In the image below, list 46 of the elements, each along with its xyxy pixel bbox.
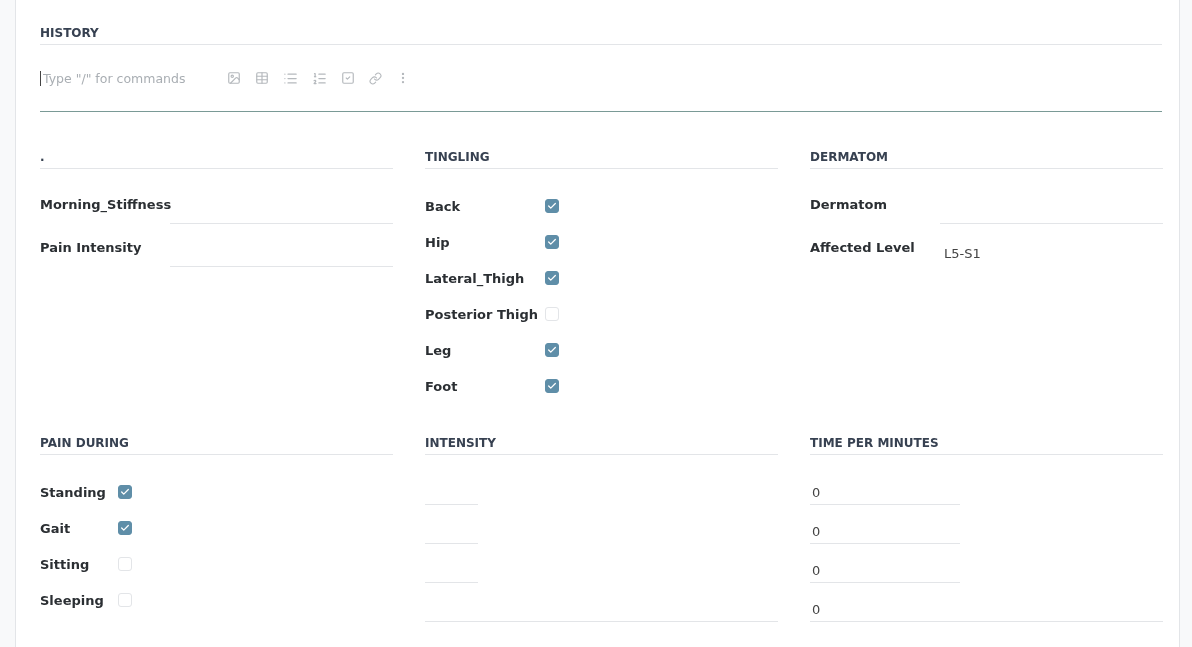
check-icon <box>547 236 557 247</box>
check-icon <box>120 486 130 497</box>
section-title: TIME PER MINUTES <box>810 436 1163 455</box>
field-value[interactable]: L5-S1 <box>940 242 1163 267</box>
check-icon <box>547 380 557 391</box>
field-label: Dermatom <box>810 196 889 212</box>
table-icon[interactable] <box>255 71 269 85</box>
checkbox[interactable] <box>545 198 559 213</box>
input-field[interactable]: 0 <box>810 518 960 544</box>
checkbox-label: Hip <box>425 234 451 250</box>
bullet-list-icon[interactable] <box>283 70 298 86</box>
checkbox[interactable] <box>545 342 559 357</box>
section-title: TINGLING <box>425 150 778 169</box>
section-title: DERMATOM <box>810 150 1163 169</box>
checkbox[interactable] <box>118 520 132 535</box>
checkbox-label: Gait <box>40 520 72 536</box>
section-title: INTENSITY <box>425 436 778 455</box>
section-title: PAIN DURING <box>40 436 393 455</box>
checkbox-label: Standing <box>40 484 107 500</box>
check-icon <box>547 200 557 211</box>
field-label: Morning_Stiffness <box>40 196 170 212</box>
checkbox-label: Sleeping <box>40 592 105 608</box>
checkbox-label: Foot <box>425 378 459 394</box>
checkbox-label: Lateral_Thigh <box>425 270 526 286</box>
check-icon <box>547 272 557 283</box>
checkbox[interactable] <box>545 234 559 249</box>
input-field[interactable]: 0 <box>810 479 960 505</box>
checkbox-label: Back <box>425 198 462 214</box>
numbered-list-icon[interactable] <box>312 70 327 86</box>
checkbox-label: Sitting <box>40 556 91 572</box>
check-icon <box>120 522 130 533</box>
field-label: Affected Level <box>810 239 916 255</box>
input-field[interactable]: 0 <box>810 596 1163 622</box>
input-field[interactable]: 0 <box>810 557 960 583</box>
checkbox[interactable] <box>545 378 559 393</box>
image-icon[interactable] <box>227 71 241 85</box>
checkbox-icon[interactable] <box>341 71 355 85</box>
checkbox[interactable] <box>118 484 132 499</box>
check-icon <box>547 344 557 355</box>
checkbox-label: Leg <box>425 342 453 358</box>
section-title: HISTORY <box>40 26 1162 45</box>
section-title: . <box>40 150 393 169</box>
checkbox[interactable] <box>545 270 559 285</box>
link-icon[interactable] <box>369 71 382 85</box>
field-label: Pain Intensity <box>40 239 143 255</box>
checkbox-label: Posterior Thigh <box>425 306 540 322</box>
